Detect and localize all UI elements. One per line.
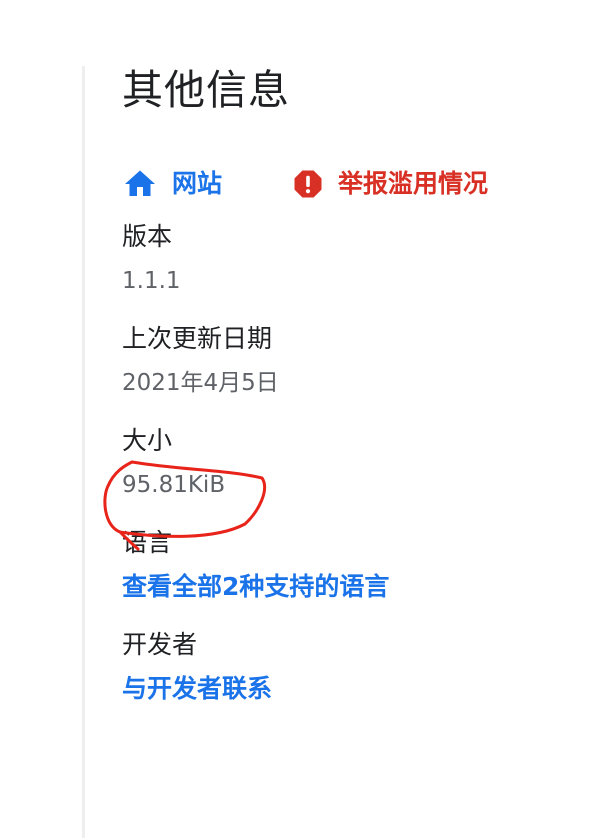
website-link-label: 网站	[172, 169, 223, 198]
website-link[interactable]: 网站	[122, 164, 222, 204]
additional-info-panel: 其他信息 网站 举报滥用情况 版本 1.1.1 上次更新日期 2021年4月5日…	[0, 0, 602, 838]
updated-value: 2021年4月5日	[122, 370, 279, 396]
divider	[82, 66, 85, 838]
version-value: 1.1.1	[122, 268, 181, 294]
links-row: 网站 举报滥用情况	[122, 164, 582, 204]
contact-developer-link[interactable]: 与开发者联系	[122, 672, 582, 706]
developer-label: 开发者	[122, 630, 198, 659]
report-abuse-label: 举报滥用情况	[338, 169, 489, 198]
size-label: 大小	[122, 426, 173, 455]
updated-section: 上次更新日期 2021年4月5日	[122, 322, 582, 400]
home-icon	[122, 164, 158, 204]
size-section: 大小 95.81KiB	[122, 424, 582, 502]
updated-label: 上次更新日期	[122, 324, 273, 353]
developer-section: 开发者 与开发者联系	[122, 628, 582, 706]
size-value: 95.81KiB	[122, 472, 226, 498]
version-section: 版本 1.1.1	[122, 220, 582, 298]
report-abuse-link[interactable]: 举报滥用情况	[290, 164, 488, 204]
page-title: 其他信息	[122, 66, 290, 114]
view-languages-link[interactable]: 查看全部2种支持的语言	[122, 570, 582, 604]
version-label: 版本	[122, 222, 173, 251]
language-label: 语言	[122, 528, 173, 557]
language-section: 语言 查看全部2种支持的语言	[122, 526, 582, 604]
report-octagon-icon	[290, 164, 328, 204]
content: 其他信息 网站 举报滥用情况 版本 1.1.1 上次更新日期 2021年4月5日…	[122, 62, 582, 706]
